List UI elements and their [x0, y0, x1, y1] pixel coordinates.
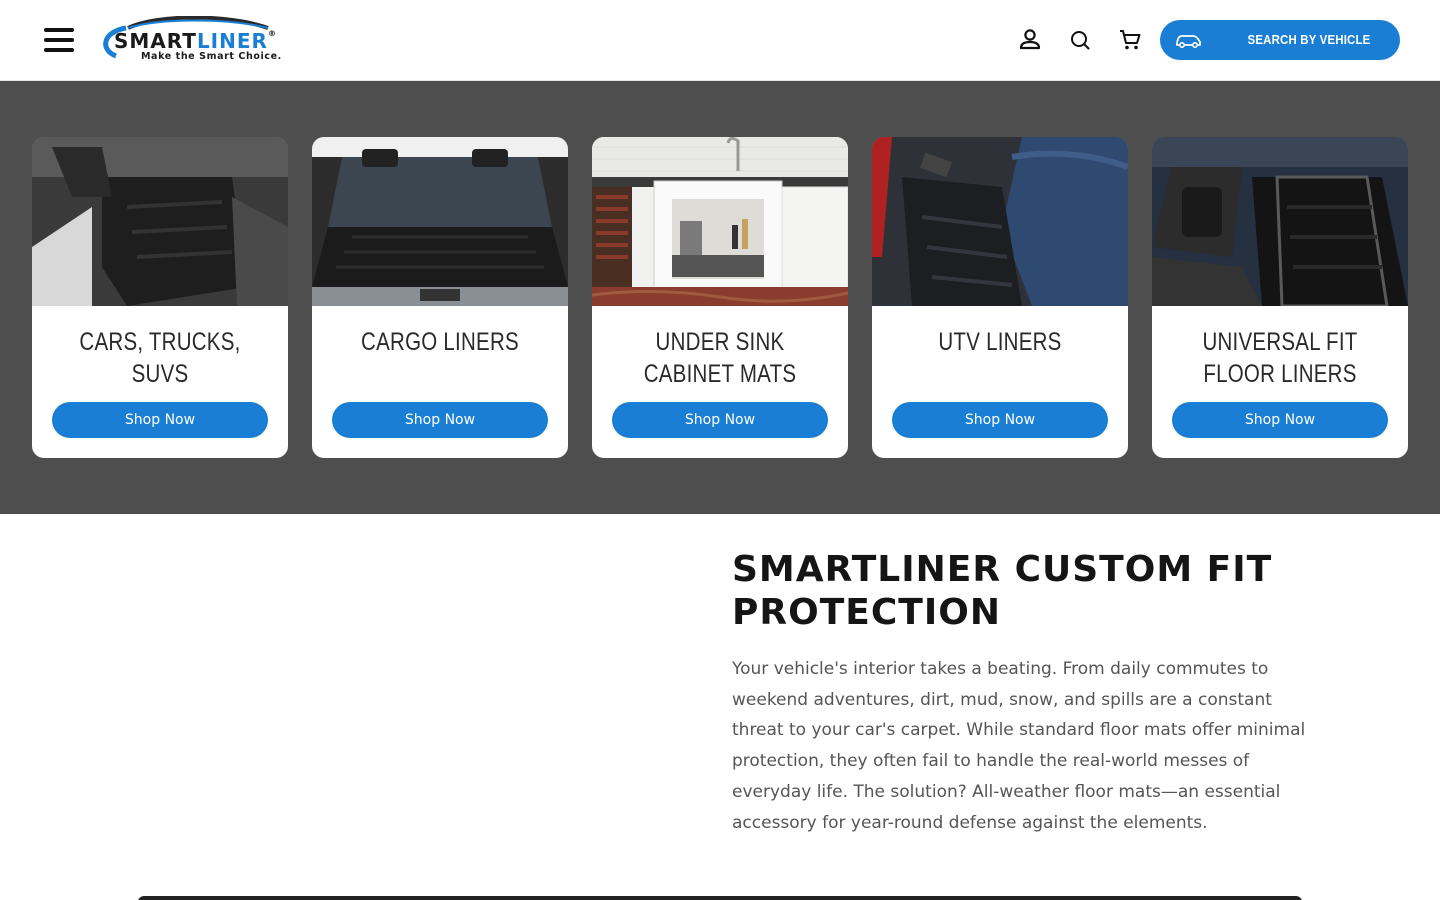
category-title: UNIVERSAL FIT FLOOR LINERS	[1202, 328, 1358, 388]
search-by-vehicle-button[interactable]: SEARCH BY VEHICLE	[1160, 20, 1400, 60]
shop-now-button[interactable]: Shop Now	[332, 402, 548, 438]
hamburger-menu-icon[interactable]	[44, 26, 76, 54]
search-by-vehicle-label: SEARCH BY VEHICLE	[1247, 32, 1371, 47]
category-title: UTV LINERS	[938, 328, 1062, 356]
category-image-under-sink	[592, 137, 848, 306]
shop-now-button[interactable]: Shop Now	[892, 402, 1108, 438]
category-image-utv	[872, 137, 1128, 306]
category-card-cars[interactable]: CARS, TRUCKS, SUVS Shop Now	[32, 137, 288, 458]
category-title: CARS, TRUCKS, SUVS	[79, 328, 241, 388]
category-card-universal[interactable]: UNIVERSAL FIT FLOOR LINERS Shop Now	[1152, 137, 1408, 458]
video-frame-top-edge	[138, 896, 1302, 900]
section-heading: SMARTLINER CUSTOM FIT PROTECTION	[732, 549, 1273, 633]
section-body: Your vehicle's interior takes a beating.…	[732, 659, 1306, 833]
logo-wordmark: SMARTLINER®	[114, 29, 277, 53]
category-title: UNDER SINK CABINET MATS	[643, 328, 797, 388]
category-card-utv[interactable]: UTV LINERS Shop Now	[872, 137, 1128, 458]
shop-now-button[interactable]: Shop Now	[1172, 402, 1388, 438]
category-image-universal	[1152, 137, 1408, 306]
shop-now-button[interactable]: Shop Now	[52, 402, 268, 438]
account-icon[interactable]	[1017, 27, 1043, 53]
logo-tagline: Make the Smart Choice.	[141, 51, 282, 62]
site-header: SMARTLINER® Make the Smart Choice. SEARC…	[0, 0, 1440, 81]
site-logo[interactable]: SMARTLINER® Make the Smart Choice.	[98, 16, 304, 64]
cart-icon[interactable]	[1117, 27, 1143, 53]
custom-fit-section: SMARTLINER CUSTOM FIT PROTECTION Your ve…	[732, 548, 1322, 838]
category-image-cargo	[312, 137, 568, 306]
category-image-cars	[32, 137, 288, 306]
search-icon[interactable]	[1067, 27, 1093, 53]
category-card-under-sink[interactable]: UNDER SINK CABINET MATS Shop Now	[592, 137, 848, 458]
category-card-cargo[interactable]: CARGO LINERS Shop Now	[312, 137, 568, 458]
shop-now-button[interactable]: Shop Now	[612, 402, 828, 438]
category-title: CARGO LINERS	[361, 328, 519, 356]
category-band: CARS, TRUCKS, SUVS Shop Now CARGO LINERS…	[0, 81, 1440, 514]
car-icon	[1176, 35, 1201, 49]
